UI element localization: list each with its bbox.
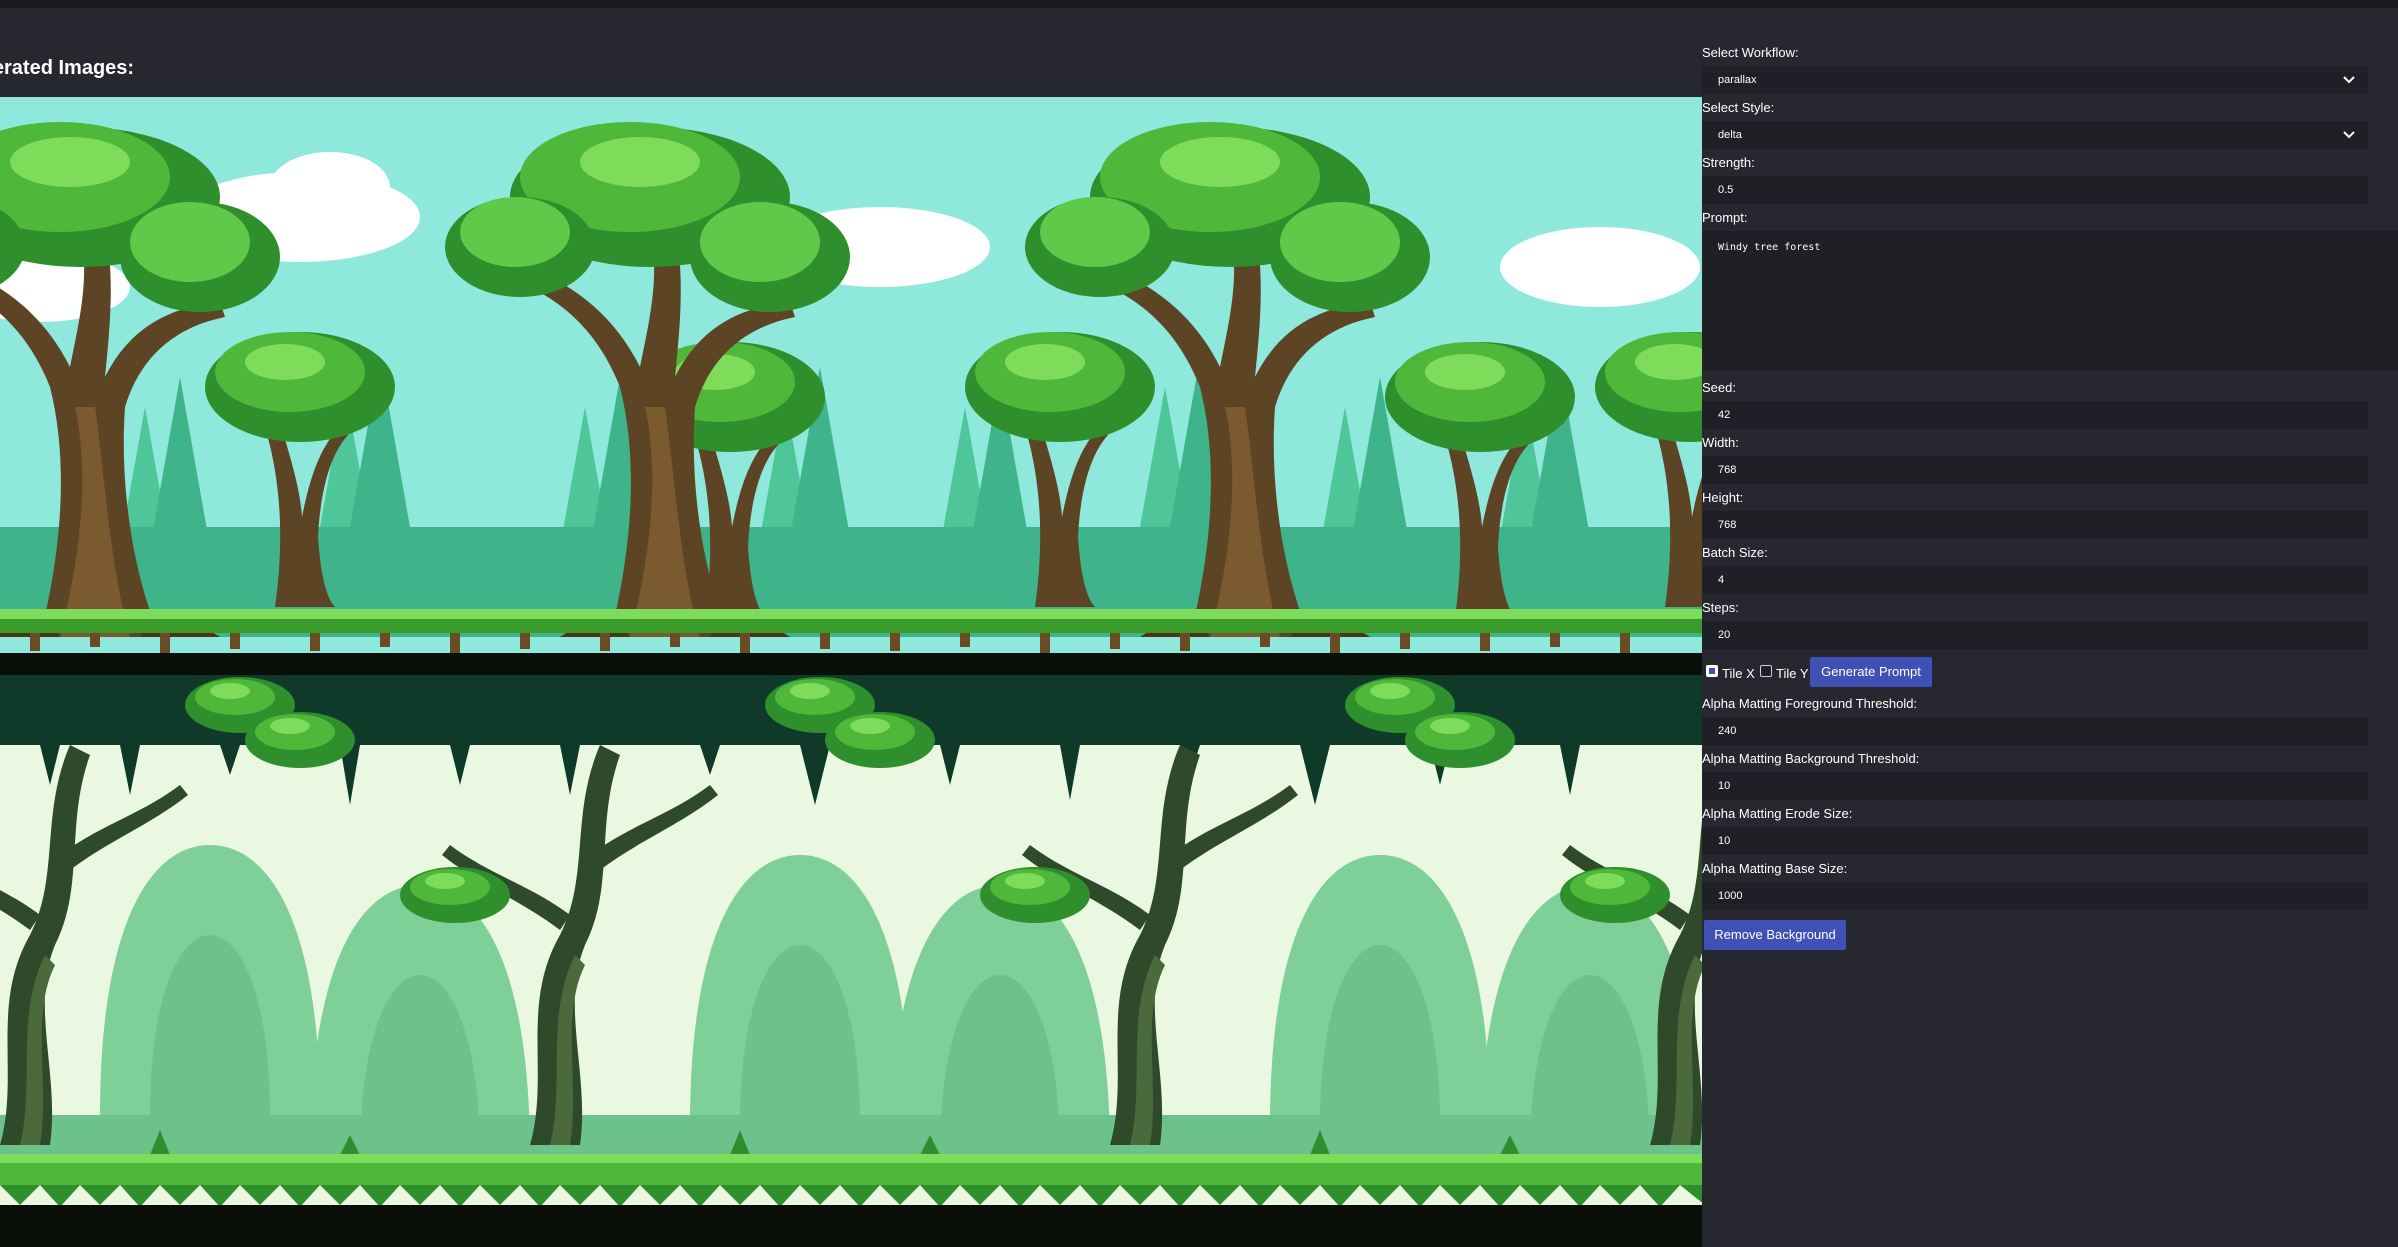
alpha-bg-input[interactable] [1702, 772, 2368, 800]
generated-images-panel: Generated Images: [0, 8, 1705, 1247]
workflow-select[interactable]: parallax [1702, 66, 2368, 94]
tile-y-label: Tile Y [1776, 666, 1809, 681]
alpha-base-input[interactable] [1702, 882, 2368, 910]
strength-input[interactable] [1702, 176, 2368, 204]
workflow-value: parallax [1718, 74, 1757, 86]
generated-image-1[interactable] [0, 97, 1705, 677]
seed-input[interactable] [1702, 401, 2368, 429]
tile-x-checkbox[interactable] [1706, 665, 1718, 677]
generate-prompt-button[interactable]: Generate Prompt [1810, 657, 1932, 687]
alpha-erode-input[interactable] [1702, 827, 2368, 855]
workflow-label: Select Workflow: [1702, 45, 1799, 60]
alpha-erode-label: Alpha Matting Erode Size: [1702, 806, 1853, 821]
height-input[interactable] [1702, 511, 2368, 539]
alpha-fg-label: Alpha Matting Foreground Threshold: [1702, 696, 1918, 711]
steps-input[interactable] [1702, 621, 2368, 649]
forest-image-1 [0, 97, 1705, 677]
settings-panel: Select Workflow: parallax Select Style: … [1702, 8, 2398, 1247]
style-label: Select Style: [1702, 100, 1775, 115]
alpha-base-label: Alpha Matting Base Size: [1702, 861, 1848, 876]
height-label: Height: [1702, 490, 1744, 505]
tile-x-label: Tile X [1722, 666, 1755, 681]
chevron-down-icon [2343, 76, 2355, 84]
prompt-label: Prompt: [1702, 210, 1748, 225]
batch-size-label: Batch Size: [1702, 545, 1768, 560]
generated-image-2[interactable] [0, 675, 1705, 1247]
width-input[interactable] [1702, 456, 2368, 484]
chevron-down-icon [2343, 131, 2355, 139]
style-select[interactable]: delta [1702, 121, 2368, 149]
prompt-textarea[interactable]: Windy tree forest [1702, 231, 2398, 371]
strength-label: Strength: [1702, 155, 1755, 170]
tile-y-checkbox[interactable] [1760, 665, 1772, 677]
forest-image-2 [0, 675, 1705, 1247]
batch-size-input[interactable] [1702, 566, 2368, 594]
generated-images-title: Generated Images: [0, 57, 135, 79]
alpha-fg-input[interactable] [1702, 717, 2368, 745]
remove-background-button[interactable]: Remove Background [1704, 920, 1846, 950]
style-value: delta [1718, 129, 1742, 141]
tile-options-row: Tile X Tile Y Generate Prompt [1702, 657, 2002, 687]
seed-label: Seed: [1702, 380, 1736, 395]
steps-label: Steps: [1702, 600, 1739, 615]
alpha-bg-label: Alpha Matting Background Threshold: [1702, 751, 1920, 766]
width-label: Width: [1702, 435, 1739, 450]
